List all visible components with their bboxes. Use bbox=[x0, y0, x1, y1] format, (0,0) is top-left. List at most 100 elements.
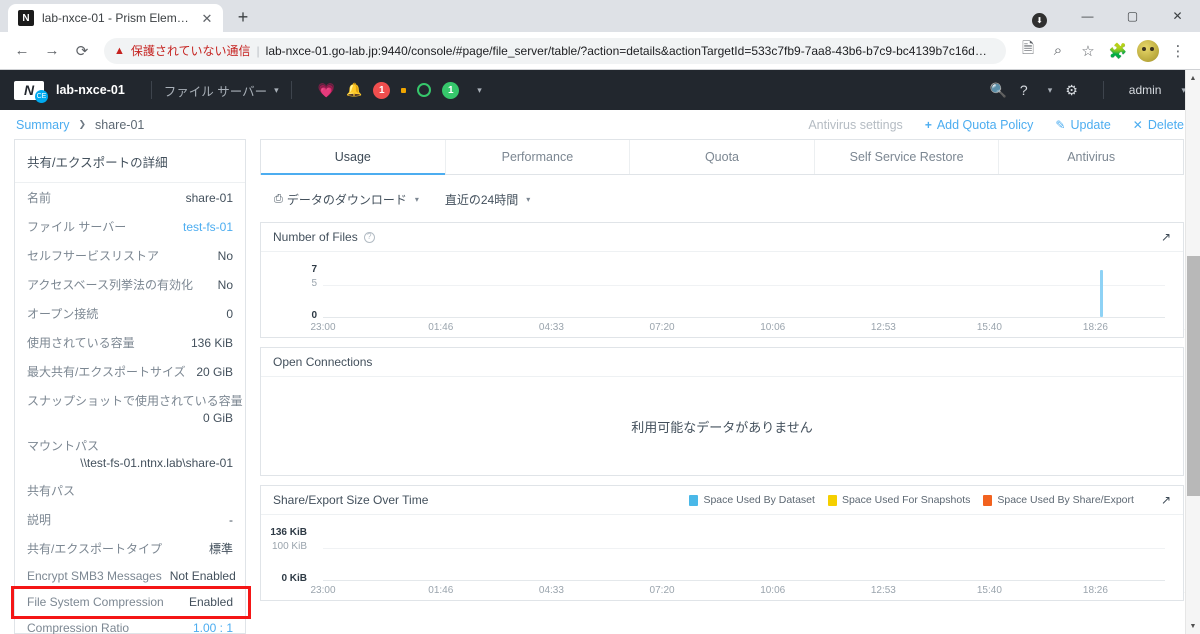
add-quota-policy-label: Add Quota Policy bbox=[936, 117, 1034, 132]
detail-row-open-connections: オープン接続 0 bbox=[15, 299, 245, 328]
tab-self-service-restore[interactable]: Self Service Restore bbox=[815, 140, 1000, 174]
detail-label: 説明 bbox=[27, 513, 52, 527]
translate-icon[interactable]: 🗎 bbox=[1014, 37, 1042, 65]
detail-value-link[interactable]: test-fs-01 bbox=[183, 220, 233, 234]
user-menu-label[interactable]: admin bbox=[1129, 83, 1162, 97]
tab-quota[interactable]: Quota bbox=[630, 140, 815, 174]
task-chevron-down-icon[interactable]: ▾ bbox=[477, 85, 482, 96]
legend-swatch bbox=[827, 494, 837, 506]
bookmark-star-icon[interactable]: ☆ bbox=[1074, 37, 1102, 65]
address-bar[interactable]: ▲ 保護されていない通信 | lab-nxce-01.go-lab.jp:944… bbox=[104, 37, 1006, 64]
usage-content: Usage Performance Quota Self Service Res… bbox=[260, 139, 1200, 634]
detail-label: 名前 bbox=[27, 191, 52, 205]
detail-value-link[interactable]: 1.00 : 1 bbox=[193, 621, 233, 634]
zoom-out-icon[interactable]: ⌕ bbox=[1044, 37, 1072, 65]
new-tab-button[interactable]: + bbox=[229, 3, 257, 31]
detail-row-file-server: ファイル サーバー test-fs-01 bbox=[15, 212, 245, 241]
chevron-down-icon: ▾ bbox=[526, 195, 531, 204]
detail-label: Encrypt SMB3 Messages bbox=[27, 569, 162, 583]
x-tick-label: 12:53 bbox=[870, 585, 896, 596]
browser-window: N lab-nxce-01 - Prism Element ✕ + ⬇ — ▢ … bbox=[0, 0, 1200, 634]
antivirus-settings-action[interactable]: Antivirus settings bbox=[808, 118, 902, 132]
legend-label: Space Used For Snapshots bbox=[841, 494, 971, 506]
download-indicator-icon[interactable]: ⬇ bbox=[1032, 12, 1047, 28]
time-range-dropdown[interactable]: 直近の24時間 ▾ bbox=[445, 191, 530, 208]
scroll-down-arrow-icon[interactable]: ▼ bbox=[1186, 618, 1200, 634]
y-tick-label: 7 bbox=[311, 264, 317, 275]
detail-label: スナップショットで使用されている容量 bbox=[27, 394, 243, 408]
help-icon[interactable]: ? bbox=[1020, 82, 1028, 98]
legend-item-share-export: Space Used By Share/Export bbox=[983, 494, 1134, 506]
window-controls: ⬇ — ▢ ✕ bbox=[1032, 0, 1200, 32]
expand-icon[interactable]: ↗ bbox=[1161, 230, 1171, 244]
breadcrumb-bar: Summary ❯ share-01 Antivirus settings + … bbox=[0, 110, 1200, 139]
x-tick-label: 10:06 bbox=[760, 322, 786, 333]
panel-title: Number of Files bbox=[273, 230, 358, 244]
close-icon: ✕ bbox=[1132, 117, 1143, 132]
breadcrumb-parent-link[interactable]: Summary bbox=[16, 118, 69, 132]
profile-avatar[interactable] bbox=[1137, 39, 1159, 62]
open-connections-panel: Open Connections 利用可能なデータがありません bbox=[260, 347, 1184, 476]
detail-label: ファイル サーバー bbox=[27, 220, 127, 234]
expand-icon[interactable]: ↗ bbox=[1161, 493, 1171, 507]
add-quota-policy-action[interactable]: + Add Quota Policy bbox=[925, 118, 1034, 132]
bell-icon[interactable]: 🔔 bbox=[346, 82, 362, 98]
delete-action[interactable]: ✕ Delete bbox=[1133, 118, 1184, 132]
reload-icon[interactable]: ⟳ bbox=[68, 37, 96, 65]
back-icon[interactable]: ← bbox=[8, 37, 36, 65]
legend-label: Space Used By Share/Export bbox=[997, 494, 1134, 506]
chart-legend: Space Used By Dataset Space Used For Sna… bbox=[689, 493, 1171, 507]
task-count-badge[interactable]: 1 bbox=[442, 81, 460, 99]
heartbeat-icon[interactable]: 💗 bbox=[318, 82, 335, 99]
page-scrollbar[interactable]: ▲ ▼ bbox=[1185, 70, 1200, 634]
panel-header: Share/Export Size Over Time Space Used B… bbox=[261, 486, 1183, 515]
browser-tab[interactable]: N lab-nxce-01 - Prism Element ✕ bbox=[8, 4, 223, 32]
page-viewport: N CE lab-nxce-01 ファイル サーバー ▾ 💗 🔔 1 1 ▾ 🔍… bbox=[0, 70, 1200, 634]
detail-value: 20 GiB bbox=[196, 365, 233, 379]
tab-usage[interactable]: Usage bbox=[261, 140, 446, 175]
extensions-puzzle-icon[interactable]: 🧩 bbox=[1104, 37, 1132, 65]
not-secure-label: 保護されていない通信 bbox=[130, 44, 251, 58]
info-icon[interactable]: ? bbox=[363, 231, 375, 243]
breadcrumb-separator-icon: ❯ bbox=[78, 119, 87, 129]
download-data-dropdown[interactable]: ⎙ データのダウンロード ▾ bbox=[274, 191, 419, 208]
close-tab-icon[interactable]: ✕ bbox=[199, 12, 215, 25]
x-tick-label: 23:00 bbox=[310, 585, 336, 596]
update-action[interactable]: ✎ Update bbox=[1055, 118, 1110, 132]
gear-icon[interactable]: ⚙ bbox=[1065, 82, 1078, 99]
x-tick-label: 07:20 bbox=[649, 585, 675, 596]
page-body: 共有/エクスポートの詳細 名前 share-01 ファイル サーバー test-… bbox=[0, 139, 1200, 634]
address-bar-url[interactable]: lab-nxce-01.go-lab.jp:9440/console/#page… bbox=[266, 44, 996, 58]
detail-row-access-based-enumeration: アクセスベース列挙法の有効化 No bbox=[15, 270, 245, 299]
nutanix-logo-icon[interactable]: N CE bbox=[14, 80, 48, 103]
y-tick-label: 0 KiB bbox=[281, 573, 307, 584]
context-selector-label[interactable]: ファイル サーバー bbox=[164, 81, 267, 100]
scroll-up-arrow-icon[interactable]: ▲ bbox=[1186, 70, 1200, 86]
number-of-files-panel: Number of Files ? ↗ 7 5 0 23:00 01:46 04… bbox=[260, 222, 1200, 338]
tab-antivirus[interactable]: Antivirus bbox=[999, 140, 1183, 174]
detail-label: マウントパス bbox=[27, 439, 100, 453]
x-axis-line bbox=[323, 317, 1165, 318]
alert-count-badge[interactable]: 1 bbox=[373, 81, 391, 99]
open-connections-empty-state: 利用可能なデータがありません bbox=[261, 377, 1183, 475]
browser-menu-icon[interactable]: ⋮ bbox=[1164, 37, 1192, 65]
help-chevron-down-icon[interactable]: ▾ bbox=[1048, 85, 1053, 96]
scrollbar-track[interactable] bbox=[1186, 86, 1200, 618]
forward-icon[interactable]: → bbox=[38, 37, 66, 65]
minimize-window-button[interactable]: — bbox=[1065, 0, 1110, 32]
nutanix-favicon-icon: N bbox=[18, 10, 34, 26]
maximize-window-button[interactable]: ▢ bbox=[1110, 0, 1155, 32]
tab-label: Performance bbox=[501, 150, 574, 164]
chevron-down-icon[interactable]: ▾ bbox=[274, 85, 279, 96]
share-size-panel: Share/Export Size Over Time Space Used B… bbox=[260, 485, 1200, 601]
tab-label: Usage bbox=[334, 150, 371, 164]
search-icon[interactable]: 🔍 bbox=[989, 82, 1006, 99]
detail-value: 0 bbox=[226, 307, 233, 321]
download-data-label: データのダウンロード bbox=[286, 193, 407, 207]
detail-value: No bbox=[217, 278, 233, 292]
scrollbar-thumb[interactable] bbox=[1186, 256, 1200, 496]
detail-row-name: 名前 share-01 bbox=[15, 183, 245, 212]
detail-label: 共有/エクスポートタイプ bbox=[27, 542, 162, 556]
close-window-button[interactable]: ✕ bbox=[1155, 0, 1200, 32]
tab-performance[interactable]: Performance bbox=[446, 140, 631, 174]
